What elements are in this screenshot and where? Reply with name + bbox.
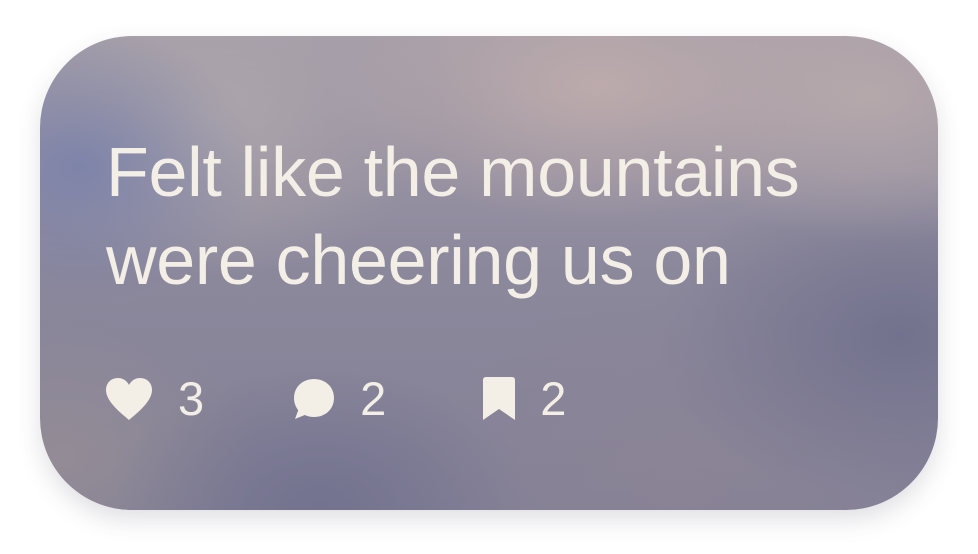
bookmark-icon: [482, 376, 516, 422]
engagement-bar: 3 2 2: [104, 374, 566, 424]
speech-bubble-icon: [292, 377, 336, 421]
post-card: Felt like the mountains were cheering us …: [40, 36, 938, 510]
post-text-line-2: were cheering us on: [106, 221, 731, 299]
post-text-line-1: Felt like the mountains: [106, 133, 800, 211]
like-count: 3: [178, 372, 205, 425]
heart-icon: [104, 377, 154, 421]
comment-button[interactable]: 2: [292, 374, 386, 424]
comment-count: 2: [360, 372, 387, 425]
post-text: Felt like the mountains were cheering us …: [106, 128, 906, 304]
like-button[interactable]: 3: [104, 374, 204, 424]
bookmark-button[interactable]: 2: [482, 374, 566, 424]
bookmark-count: 2: [540, 372, 567, 425]
